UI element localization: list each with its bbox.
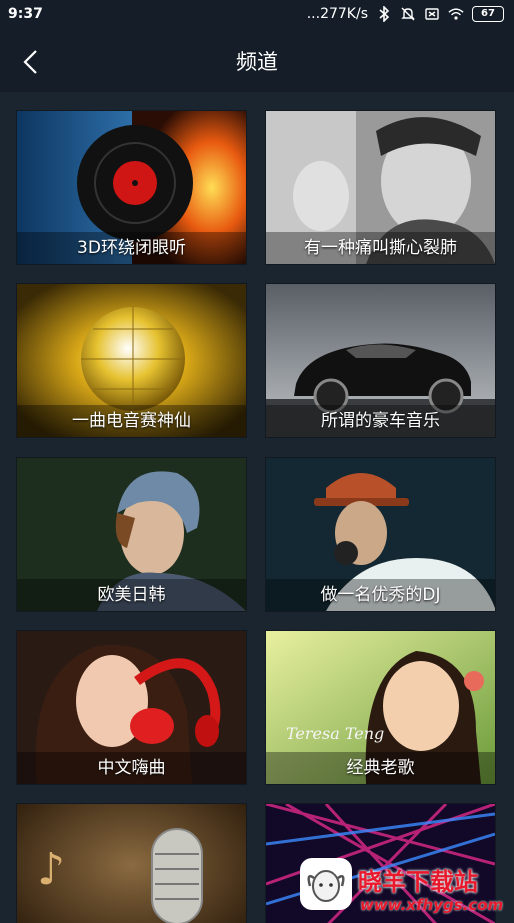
channel-label: 经典老歌 xyxy=(266,752,495,784)
wifi-icon xyxy=(448,6,464,22)
battery-indicator: 67 xyxy=(472,6,504,22)
status-icons: ...277K/s 67 xyxy=(307,6,504,22)
chevron-left-icon xyxy=(23,50,37,74)
channel-card-dj[interactable]: 做一名优秀的DJ xyxy=(266,458,495,611)
channel-card-3d-surround[interactable]: 3D环绕闭眼听 xyxy=(17,111,246,264)
back-button[interactable] xyxy=(16,46,46,78)
sheep-logo-icon xyxy=(300,858,352,910)
channel-card-western-asian[interactable]: 欧美日韩 xyxy=(17,458,246,611)
status-bar: 9:37 ...277K/s 67 xyxy=(0,0,514,32)
channel-card-classic-oldies[interactable]: Teresa Teng 经典老歌 xyxy=(266,631,495,784)
svg-text:Teresa Teng: Teresa Teng xyxy=(286,724,384,743)
channel-label: 中文嗨曲 xyxy=(17,752,246,784)
status-time: 9:37 xyxy=(8,6,43,22)
channel-grid: 3D环绕闭眼听 有一种痛叫撕心裂肺 一曲电音赛神仙 所谓的豪车音乐 欧美日韩 做… xyxy=(0,92,514,923)
channel-card-heartbreak[interactable]: 有一种痛叫撕心裂肺 xyxy=(266,111,495,264)
watermark-url: www.xfhygs.com xyxy=(360,896,504,914)
page-title: 频道 xyxy=(236,50,278,74)
svg-text:♪: ♪ xyxy=(37,844,65,895)
channel-label: 欧美日韩 xyxy=(17,579,246,611)
channel-card-chinese-hits[interactable]: 中文嗨曲 xyxy=(17,631,246,784)
mute-bell-icon xyxy=(400,6,416,22)
channel-label: 做一名优秀的DJ xyxy=(266,579,495,611)
channel-card-edm[interactable]: 一曲电音赛神仙 xyxy=(17,284,246,437)
top-nav-bar: 频道 xyxy=(0,32,514,92)
bluetooth-icon xyxy=(376,6,392,22)
microphone-image: ♪ xyxy=(17,804,246,923)
channel-label: 有一种痛叫撕心裂肺 xyxy=(266,232,495,264)
channel-label: 所谓的豪车音乐 xyxy=(266,405,495,437)
channel-card-luxury-car[interactable]: 所谓的豪车音乐 xyxy=(266,284,495,437)
channel-card-microphone[interactable]: ♪ xyxy=(17,804,246,923)
watermark-text: 晓羊下载站 xyxy=(358,868,478,896)
channel-label: 一曲电音赛神仙 xyxy=(17,405,246,437)
network-speed: ...277K/s xyxy=(306,6,368,22)
site-watermark: 晓羊下载站 www.xfhygs.com xyxy=(300,856,510,918)
channel-label: 3D环绕闭眼听 xyxy=(17,232,246,264)
no-sim-icon xyxy=(424,6,440,22)
